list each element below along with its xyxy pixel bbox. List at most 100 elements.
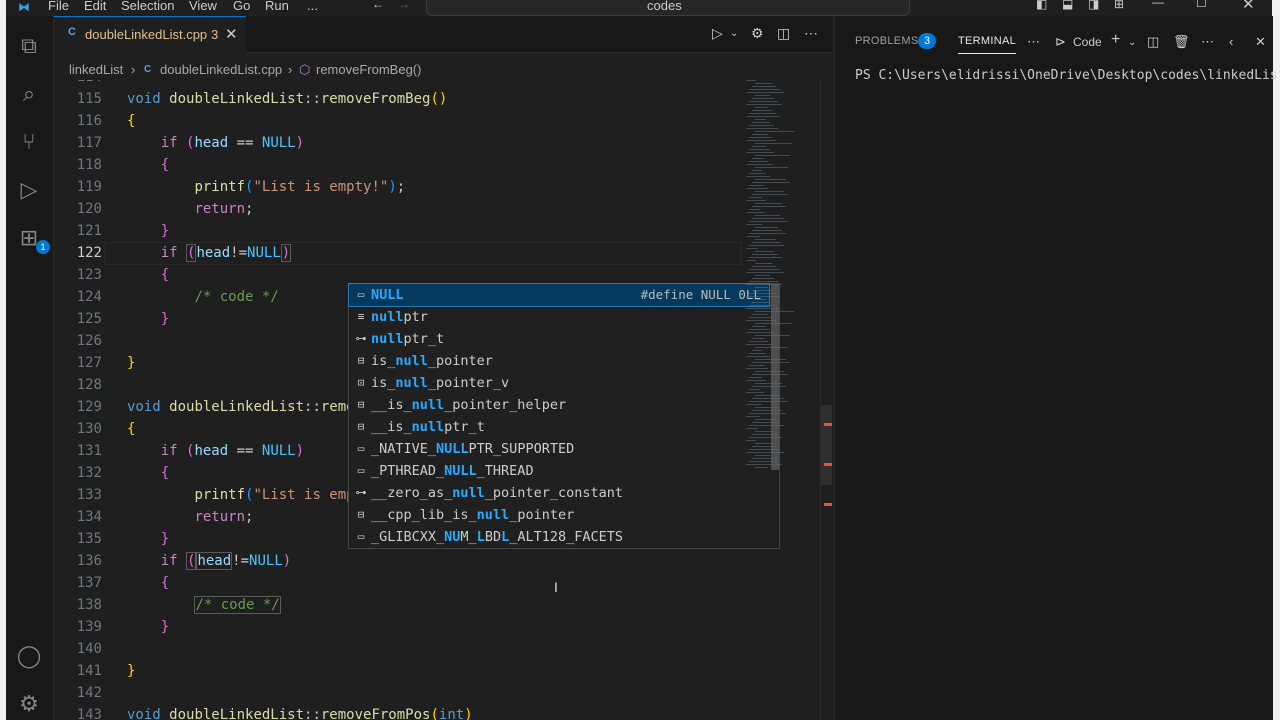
gear-icon[interactable]: ⚙ [751, 25, 764, 42]
suggestion-item[interactable]: ⊟ is_null_pointer [349, 350, 769, 372]
menu-file[interactable]: File [48, 0, 69, 13]
symbol-kind-icon: ▭ [357, 288, 365, 301]
editor-scrollbar[interactable] [820, 80, 833, 720]
tab-terminal[interactable]: TERMINAL [958, 35, 1017, 54]
suggestion-item[interactable]: ⊟ __is_null_pointer_helper [349, 394, 769, 416]
code-line[interactable]: 143 void doubleLinkedList::removeFromPos(… [54, 704, 746, 720]
customize-layout-icon[interactable]: ⊞ [1114, 0, 1124, 11]
layout-sidebar-icon[interactable]: ◧ [1036, 0, 1047, 11]
suggestion-item[interactable]: ▭ _NATIVE_NULLPTR_SUPPORTED [349, 438, 769, 460]
close-window-icon[interactable]: ✕ [1242, 0, 1255, 13]
chevron-down-icon[interactable]: ⌄ [730, 28, 738, 39]
code-line[interactable]: 116 { [54, 110, 746, 132]
account-icon[interactable]: ◯ [15, 642, 43, 670]
code-line[interactable]: 120 return; [54, 198, 746, 220]
source-control-icon[interactable]: ⑂ [15, 128, 43, 156]
gear-icon[interactable]: ⚙ [15, 690, 43, 718]
line-number: 116 [76, 113, 102, 129]
suggestion-label: is_null_pointer_v [371, 375, 510, 391]
back-arrow-icon[interactable]: ← [372, 0, 384, 11]
suggestion-item[interactable]: ▭ NULL #define NULL 0LL [348, 283, 770, 307]
code-line[interactable]: 140 [54, 638, 746, 660]
close-icon[interactable]: ✕ [225, 25, 238, 43]
minimap[interactable] [746, 80, 818, 480]
code-line[interactable]: 119 printf("List is empty!"); [54, 176, 746, 198]
suggestion-item[interactable]: ⊶ __zero_as_null_pointer_constant [349, 482, 769, 504]
more-actions-icon[interactable]: ⋯ [804, 25, 818, 42]
run-code-icon[interactable]: ▷ [712, 25, 723, 42]
minimap-line [746, 272, 784, 273]
line-number: 136 [76, 553, 102, 569]
terminal-output[interactable]: PS C:\Users\elidrissi\OneDrive\Desktop\c… [855, 65, 1280, 83]
breadcrumb-folder[interactable]: linkedList [69, 62, 123, 77]
run-debug-icon[interactable]: ▷ [15, 176, 43, 204]
code-line[interactable]: 141} [54, 660, 746, 682]
editor-group: C doubleLinkedList.cpp 3 ✕ ▷ ⌄ ⚙ ◫ ⋯ lin… [54, 16, 832, 720]
minimap-line [752, 110, 772, 111]
line-text: /* code */ [194, 596, 281, 614]
tab-doublelinkedlist-cpp[interactable]: C doubleLinkedList.cpp 3 ✕ [54, 16, 246, 53]
code-line[interactable]: 114 [54, 80, 746, 88]
explorer-icon[interactable]: ⧉ [15, 32, 43, 60]
suggestion-item[interactable]: ⊡ is_null_pointer_v [349, 372, 769, 394]
search-icon[interactable]: ⌕ [15, 80, 43, 108]
maximize-icon[interactable]: ☐ [1196, 0, 1207, 10]
code-line[interactable]: 136 if (head!=NULL) [54, 550, 746, 572]
code-line[interactable]: 115 void doubleLinkedList::removeFromBeg(… [54, 88, 746, 110]
code-line[interactable]: 121 } [54, 220, 746, 242]
suggestion-item[interactable]: ⊟ __is_nullptr_t [349, 416, 769, 438]
close-panel-icon[interactable]: ✕ [1255, 34, 1266, 50]
code-line[interactable]: 138 /* code */ [54, 594, 746, 616]
symbol-kind-icon: ▭ [357, 464, 365, 477]
menu-run[interactable]: Run [265, 0, 289, 13]
menu-view[interactable]: View [189, 0, 217, 13]
line-number: 139 [76, 619, 102, 635]
breadcrumb-file[interactable]: doubleLinkedList.cpp [160, 62, 282, 77]
code-line[interactable]: 117 if (head == NULL) [54, 132, 746, 154]
suggestion-item[interactable]: ⊶ nullptr_t [349, 328, 769, 350]
activity-bar: ⧉ ⌕ ⑂ ▷ ⊞ 1 ◯ ⚙ [6, 16, 54, 720]
more-actions-icon[interactable]: ⋯ [1201, 34, 1214, 50]
menu-go[interactable]: Go [233, 0, 250, 13]
suggestion-item[interactable]: ▭ _GLIBCXX_NUM_LBDL_ALT128_FACETS [349, 526, 769, 548]
menu-more[interactable]: ... [307, 0, 318, 13]
minimap-line [752, 386, 786, 387]
command-center[interactable]: codes [426, 0, 910, 16]
minimap-line [752, 86, 776, 87]
trash-icon[interactable]: 🗑 [1173, 34, 1190, 50]
terminal-name[interactable]: Code [1073, 35, 1102, 49]
code-line[interactable]: 122 if (head!=NULL) [54, 242, 746, 265]
line-number: 126 [76, 333, 102, 349]
chevron-right-icon: › [131, 62, 136, 77]
split-terminal-icon[interactable]: ◫ [1147, 34, 1159, 50]
split-editor-icon[interactable]: ◫ [777, 25, 790, 42]
suggestion-item[interactable]: ▭ _PTHREAD_NULL_THREAD [349, 460, 769, 482]
chevron-down-icon[interactable]: ⌄ [1128, 37, 1136, 48]
minimize-icon[interactable]: — [1152, 0, 1164, 9]
error-marker [824, 423, 832, 426]
minimap-line [752, 314, 768, 315]
breadcrumb-symbol[interactable]: removeFromBeg() [316, 62, 421, 77]
terminal-icon: ⊳ [1055, 34, 1066, 49]
minimap-line [752, 170, 762, 171]
minimap-line [752, 326, 766, 327]
code-line[interactable]: 118 { [54, 154, 746, 176]
suggestion-item[interactable]: ≡ nullptr [349, 306, 769, 328]
layout-secondary-icon[interactable]: ◨ [1088, 0, 1099, 11]
code-line[interactable]: 142 [54, 682, 746, 704]
code-line[interactable]: 139 } [54, 616, 746, 638]
code-line[interactable]: 137 { [54, 572, 746, 594]
minimap-line [746, 368, 768, 369]
menu-edit[interactable]: Edit [84, 0, 106, 13]
new-terminal-icon[interactable]: + [1111, 31, 1120, 49]
suggestion-item[interactable]: ⊟ __cpp_lib_is_null_pointer [349, 504, 769, 526]
editor-scrollbar-thumb[interactable] [820, 405, 832, 485]
layout-panel-icon[interactable]: ⬓ [1062, 0, 1073, 11]
chevron-left-icon[interactable]: ‹ [1229, 34, 1233, 49]
extensions-icon[interactable]: ⊞ 1 [15, 224, 50, 254]
line-number: 133 [76, 487, 102, 503]
tab-problems[interactable]: PROBLEMS [855, 35, 919, 47]
forward-arrow-icon[interactable]: → [398, 0, 410, 11]
more-actions-icon[interactable]: ⋯ [1027, 34, 1040, 50]
menu-selection[interactable]: Selection [121, 0, 174, 13]
